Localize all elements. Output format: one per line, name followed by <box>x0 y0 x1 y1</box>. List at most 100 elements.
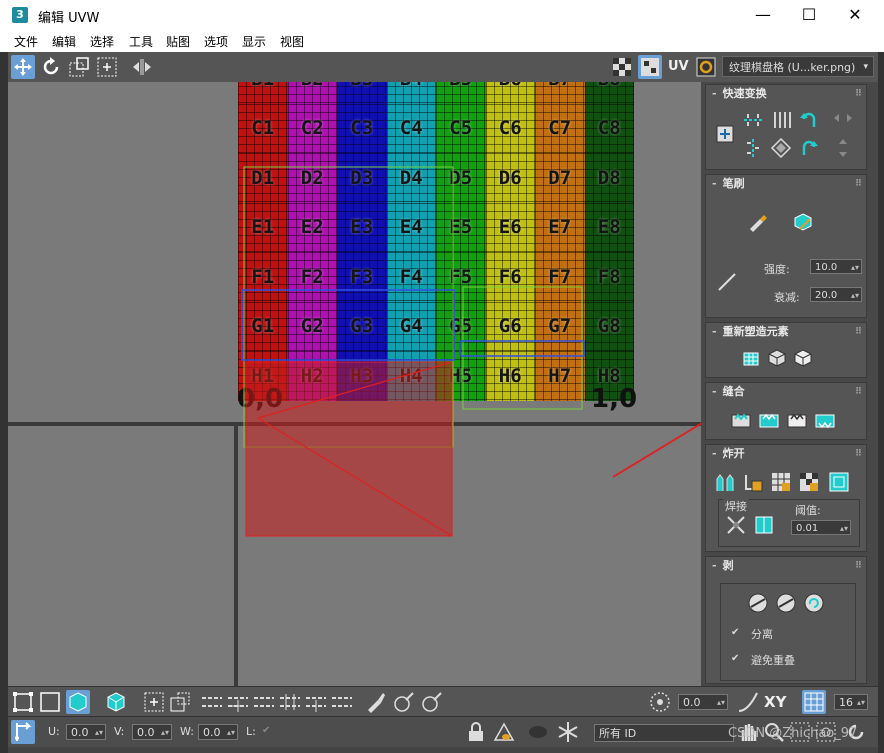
spinner-arrows-icon[interactable]: ▴▾ <box>227 725 235 741</box>
freeform-tool-button[interactable] <box>95 55 119 79</box>
strength-spinner[interactable]: 10.0 ▴▾ <box>810 259 862 274</box>
rotate-cw-icon[interactable] <box>798 137 820 159</box>
relax-brush-icon[interactable] <box>792 211 814 233</box>
threshold-spinner[interactable]: 0.01 ▴▾ <box>791 520 851 535</box>
paint-select-button[interactable] <box>364 690 388 714</box>
menu-view[interactable]: 视图 <box>280 33 304 50</box>
detach-checkbox[interactable]: ✔ <box>731 628 741 638</box>
flatten-icon[interactable] <box>770 471 792 493</box>
w-field[interactable]: 0.0 ▴▾ <box>198 724 238 740</box>
peel-reset-icon[interactable] <box>803 592 825 614</box>
spacing-icon[interactable] <box>770 137 792 159</box>
relax-icon[interactable] <box>766 347 788 369</box>
shrink-selection-button[interactable] <box>168 690 192 714</box>
menu-options[interactable]: 选项 <box>204 33 228 50</box>
rotate-ccw-icon[interactable] <box>798 109 820 131</box>
id-filter-dropdown[interactable]: 所有 ID <box>594 724 734 742</box>
uv-label[interactable]: UV <box>668 59 689 74</box>
menu-display[interactable]: 显示 <box>242 33 266 50</box>
freeze-button[interactable] <box>556 720 580 744</box>
peel-quick-icon[interactable] <box>747 592 769 614</box>
falloff-curve-icon[interactable] <box>716 271 738 293</box>
element-mode-button[interactable] <box>104 690 128 714</box>
v-field[interactable]: 0.0 ▴▾ <box>132 724 172 740</box>
lock-checkbox[interactable]: ✔ <box>262 726 272 736</box>
straighten-icon[interactable] <box>740 347 762 369</box>
menu-file[interactable]: 文件 <box>14 33 38 50</box>
loop-grow-button[interactable] <box>226 690 250 714</box>
stitch-average-icon[interactable] <box>786 409 808 431</box>
lock-selection-button[interactable] <box>464 720 488 744</box>
paint-grow-button[interactable] <box>392 690 416 714</box>
uv-viewport[interactable]: B1B2B3B4B5B6B7B8C1C2C3C4C5C6C7C8D1D2D3D4… <box>8 82 701 686</box>
move-tool-button[interactable] <box>11 55 35 79</box>
detach-edges-icon[interactable] <box>742 471 764 493</box>
maximize-button[interactable]: ☐ <box>786 0 832 30</box>
rollout-header[interactable]: - 炸开 ⠿ <box>706 445 866 463</box>
paint-brush-icon[interactable] <box>746 211 768 233</box>
pack-icon[interactable] <box>828 471 850 493</box>
show-map-button[interactable] <box>638 55 662 79</box>
menu-tools[interactable]: 工具 <box>129 33 153 50</box>
rotate-tool-button[interactable] <box>39 55 63 79</box>
rollout-header[interactable]: - 缝合 ⠿ <box>706 383 866 401</box>
align-dash-icon[interactable] <box>742 137 764 159</box>
ring-grow-button[interactable] <box>304 690 328 714</box>
rollout-header[interactable]: - 笔刷 ⠿ <box>706 175 866 193</box>
xy-axis-button[interactable]: XY <box>764 693 786 711</box>
spinner-arrows-icon[interactable]: ▴▾ <box>851 260 859 275</box>
arrows-h-icon[interactable] <box>832 107 854 129</box>
minimize-button[interactable]: — <box>740 0 786 30</box>
rollout-header[interactable]: - 重新塑造元素 ⠿ <box>706 323 866 341</box>
grid-snap-button[interactable] <box>802 690 826 714</box>
menu-mapping[interactable]: 贴图 <box>166 33 190 50</box>
selected-uv-region-2[interactable] <box>459 340 585 357</box>
close-button[interactable]: ✕ <box>832 0 878 30</box>
settings-button[interactable] <box>694 55 718 79</box>
stitch-custom-icon[interactable] <box>730 409 752 431</box>
rollout-header[interactable]: - 快速变换 ⠿ <box>706 85 866 103</box>
break-icon[interactable] <box>714 471 736 493</box>
ring-button[interactable] <box>278 690 302 714</box>
uv-island-outline-2[interactable] <box>462 286 583 410</box>
checker-toggle-button[interactable] <box>610 55 634 79</box>
falloff-spinner[interactable]: 20.0 ▴▾ <box>810 287 862 302</box>
grow-selection-button[interactable] <box>142 690 166 714</box>
u-field[interactable]: 0.0 ▴▾ <box>66 724 106 740</box>
menu-select[interactable]: 选择 <box>90 33 114 50</box>
peel-mode-icon[interactable] <box>775 592 797 614</box>
stitch-to-target-icon[interactable] <box>758 409 780 431</box>
ring-shrink-button[interactable] <box>330 690 354 714</box>
align-horizontal-icon[interactable] <box>742 109 764 131</box>
selected-uv-region[interactable] <box>241 289 455 361</box>
pivot-icon[interactable] <box>714 123 736 145</box>
arrows-v-icon[interactable] <box>832 137 854 159</box>
absolute-offset-button[interactable] <box>11 720 35 744</box>
spinner-arrows-icon[interactable]: ▴▾ <box>851 288 859 303</box>
isolate-button[interactable] <box>526 720 550 744</box>
spinner-arrows-icon[interactable]: ▴▾ <box>161 725 169 741</box>
weld-selected-icon[interactable] <box>725 514 747 536</box>
paint-shrink-button[interactable] <box>420 690 444 714</box>
spinner-arrows-icon[interactable]: ▴▾ <box>95 725 103 741</box>
weld-target-icon[interactable] <box>753 514 775 536</box>
spinner-arrows-icon[interactable]: ▴▾ <box>857 695 865 711</box>
rollout-header[interactable]: - 剥 ⠿ <box>706 557 866 575</box>
selected-face[interactable] <box>245 361 453 537</box>
checker-explode-icon[interactable] <box>798 471 820 493</box>
angle-field[interactable]: 0.0 ▴▾ <box>678 694 728 710</box>
loop-button[interactable] <box>200 690 224 714</box>
vertex-mode-button[interactable] <box>11 690 35 714</box>
avoid-overlap-checkbox[interactable]: ✔ <box>731 654 741 664</box>
hide-button[interactable] <box>492 720 516 744</box>
scale-tool-button[interactable] <box>67 55 91 79</box>
quick-peel-icon[interactable] <box>792 347 814 369</box>
grid-size-field[interactable]: 16 ▴▾ <box>834 694 868 710</box>
stitch-to-source-icon[interactable] <box>814 409 836 431</box>
spinner-arrows-icon[interactable]: ▴▾ <box>717 695 725 711</box>
texture-dropdown[interactable]: 纹理棋盘格 (U...ker.png) ▾ <box>722 56 874 77</box>
soft-selection-button[interactable] <box>736 690 760 714</box>
spinner-arrows-icon[interactable]: ▴▾ <box>840 521 848 536</box>
mirror-tool-button[interactable] <box>130 55 154 79</box>
face-mode-button[interactable] <box>66 690 90 714</box>
